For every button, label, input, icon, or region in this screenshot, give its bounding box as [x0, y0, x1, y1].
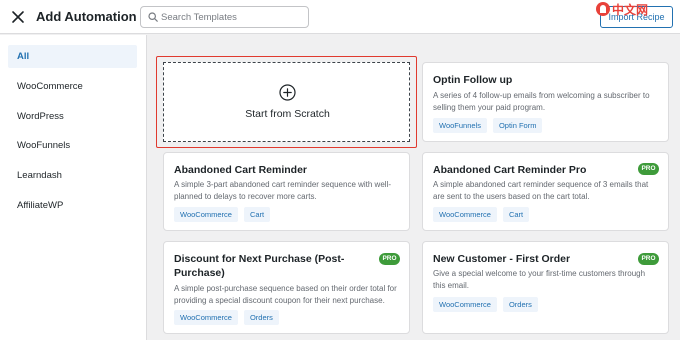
sidebar-item-wordpress[interactable]: WordPress	[8, 105, 137, 128]
card-desc-line: A simple post-purchase sequence based on…	[174, 284, 397, 293]
tag: Cart	[502, 207, 530, 222]
card-tags: WooFunnels Optin Form	[433, 118, 543, 133]
card-tags: WooCommerce Cart	[433, 207, 530, 222]
card-tags: WooCommerce Orders	[433, 297, 538, 312]
card-desc-line: A series of 4 follow-up emails from welc…	[433, 91, 650, 100]
search-box[interactable]	[140, 6, 309, 28]
category-sidebar: All WooCommerce WordPress WooFunnels Lea…	[0, 35, 147, 340]
sidebar-item-woocommerce[interactable]: WooCommerce	[8, 75, 137, 98]
card-title: New Customer - First Order	[433, 253, 571, 265]
watermark-text: 中文网	[612, 2, 649, 17]
card-title: Abandoned Cart Reminder Pro	[433, 164, 587, 176]
card-desc-line: this email.	[433, 281, 470, 290]
card-desc-line: Give a special welcome to your first-tim…	[433, 269, 646, 278]
start-from-scratch-label: Start from Scratch	[245, 108, 330, 120]
plus-circle-icon	[279, 84, 296, 101]
page-title: Add Automation	[36, 9, 137, 24]
card-desc-line: planned to delays to recover more carts.	[174, 192, 317, 201]
pro-badge: PRO	[379, 253, 400, 265]
card-tags: WooCommerce Orders	[174, 310, 279, 325]
card-desc-line: A simple abandoned cart reminder sequenc…	[433, 180, 649, 189]
card-desc-line: providing a special discount coupon for …	[174, 296, 385, 305]
pro-badge: PRO	[638, 163, 659, 175]
watermark-logo-icon	[596, 2, 610, 16]
search-input[interactable]	[161, 9, 305, 25]
tag: Optin Form	[492, 118, 543, 133]
template-card-abandoned-cart-reminder-pro[interactable]: Abandoned Cart Reminder Pro PRO A simple…	[422, 152, 669, 231]
card-title-line: Discount for Next Purchase (Post-	[174, 253, 345, 265]
card-desc-line: selling them your paid program.	[433, 103, 546, 112]
card-title-line: Purchase)	[174, 267, 225, 279]
card-desc-line: are sent to the users based on the cart …	[433, 192, 590, 201]
sidebar-item-all[interactable]: All	[8, 45, 137, 68]
card-desc-line: A simple 3-part abandoned cart reminder …	[174, 180, 392, 189]
tag: WooCommerce	[174, 310, 238, 325]
header-bar: Add Automation Import Recipe 中文网	[0, 0, 680, 34]
tag: Orders	[502, 297, 538, 312]
template-card-discount-next-purchase[interactable]: Discount for Next Purchase (Post- Purcha…	[163, 241, 410, 334]
card-tags: WooCommerce Cart	[174, 207, 271, 222]
tag: Cart	[243, 207, 271, 222]
sidebar-item-woofunnels[interactable]: WooFunnels	[8, 134, 137, 157]
watermark: 中文网	[596, 1, 666, 17]
tag: WooCommerce	[433, 297, 497, 312]
sidebar-item-affiliatewp[interactable]: AffiliateWP	[8, 194, 137, 217]
template-card-new-customer-first-order[interactable]: New Customer - First Order PRO Give a sp…	[422, 241, 669, 334]
tag: WooFunnels	[433, 118, 487, 133]
card-title: Abandoned Cart Reminder	[174, 164, 308, 176]
sidebar-item-learndash[interactable]: Learndash	[8, 164, 137, 187]
close-button[interactable]	[10, 9, 26, 25]
start-from-scratch-card[interactable]: Start from Scratch	[163, 62, 410, 142]
template-card-optin-follow-up[interactable]: Optin Follow up A series of 4 follow-up …	[422, 62, 669, 142]
tag: WooCommerce	[433, 207, 497, 222]
close-icon	[12, 11, 24, 23]
card-title: Optin Follow up	[433, 74, 513, 86]
template-card-abandoned-cart-reminder[interactable]: Abandoned Cart Reminder A simple 3-part …	[163, 152, 410, 231]
search-icon	[148, 12, 158, 22]
pro-badge: PRO	[638, 253, 659, 265]
tag: WooCommerce	[174, 207, 238, 222]
tag: Orders	[243, 310, 279, 325]
